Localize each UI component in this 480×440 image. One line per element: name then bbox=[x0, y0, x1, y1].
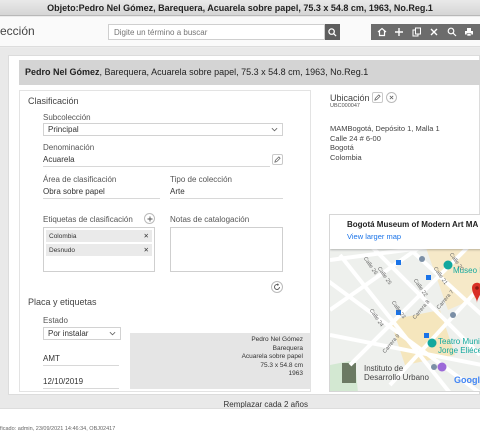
notas-label: Notas de catalogación bbox=[170, 215, 250, 224]
area-field[interactable]: Obra sobre papel bbox=[43, 187, 160, 199]
map-label-line: Instituto de bbox=[364, 364, 404, 373]
content-area: Pedro Nel Gómez, Barequera, Acuarela sob… bbox=[0, 48, 480, 409]
modified-info: ficado: admin, 23/09/2021 14:46:34, OBJ0… bbox=[0, 426, 116, 432]
address-line: Calle 24 # 6-00 bbox=[330, 133, 381, 143]
search-record-button[interactable] bbox=[445, 26, 458, 39]
print-button[interactable] bbox=[463, 26, 476, 39]
refresh-icon bbox=[274, 283, 280, 290]
close-icon bbox=[389, 95, 394, 100]
placa-line: Acuarela sobre papel bbox=[241, 353, 303, 361]
add-etiqueta-button[interactable] bbox=[144, 213, 155, 224]
record-details: , Barequera, Acuarela sobre papel, 75.3 … bbox=[99, 67, 369, 77]
tag-colombia: Colombia ✕ bbox=[46, 230, 152, 242]
map-label-instituto: Instituto de Desarrollo Urbano bbox=[364, 364, 429, 382]
section-placa: Placa y etiquetas bbox=[28, 297, 97, 307]
remove-tag-icon[interactable]: ✕ bbox=[144, 232, 149, 240]
tag-label: Colombia bbox=[49, 232, 77, 240]
record-card: Pedro Nel Gómez, Barequera, Acuarela sob… bbox=[8, 55, 480, 409]
tag-label: Desnudo bbox=[49, 246, 76, 254]
denominacion-label: Denominación bbox=[43, 143, 95, 152]
delete-button[interactable] bbox=[428, 26, 441, 39]
home-icon bbox=[377, 27, 387, 37]
map-label-line: Desarrollo Urbano bbox=[364, 373, 429, 382]
address-line: Colombia bbox=[330, 152, 362, 162]
record-actions bbox=[371, 24, 480, 40]
search-input[interactable] bbox=[108, 24, 325, 40]
map-label-teatro: Teatro Muni Jorge Eliéce bbox=[438, 337, 480, 355]
remove-tag-icon[interactable]: ✕ bbox=[144, 246, 149, 254]
ubicacion-remove-button[interactable] bbox=[386, 92, 397, 103]
etiquetas-list: Colombia ✕ Desnudo ✕ bbox=[43, 227, 155, 272]
magnifier-icon bbox=[447, 27, 457, 37]
subcoleccion-label: Subcolección bbox=[43, 113, 91, 122]
notas-textarea[interactable] bbox=[170, 227, 283, 272]
print-icon bbox=[465, 28, 474, 37]
tipo-field[interactable]: Arte bbox=[170, 187, 283, 199]
map-info-card: Bogotá Museum of Modern Art MA View larg… bbox=[330, 215, 480, 249]
ubicacion-edit-button[interactable] bbox=[372, 92, 383, 103]
placa-line: 75.3 x 54.8 cm bbox=[260, 361, 303, 369]
placa-code-field[interactable]: AMT bbox=[43, 354, 119, 366]
subcoleccion-select[interactable]: Principal bbox=[43, 123, 283, 136]
window-title: Objeto:Pedro Nel Gómez, Barequera, Acuar… bbox=[0, 0, 480, 16]
denominacion-field[interactable]: Acuarela bbox=[43, 155, 270, 167]
google-logo: Google bbox=[454, 375, 480, 385]
home-button[interactable] bbox=[375, 26, 388, 39]
estado-value: Por instalar bbox=[48, 329, 89, 338]
placa-line: Pedro Nel Gómez bbox=[251, 336, 303, 343]
placa-preview: Pedro Nel Gómez Barequera Acuarela sobre… bbox=[130, 333, 310, 389]
placa-line: 1963 bbox=[288, 370, 303, 378]
chevron-down-icon bbox=[109, 331, 116, 336]
search-icon bbox=[328, 27, 337, 37]
map-label-line: Teatro Muni bbox=[438, 337, 480, 346]
placa-line: Barequera bbox=[272, 344, 303, 352]
chevron-down-icon bbox=[271, 127, 278, 132]
map-place-name: Bogotá Museum of Modern Art MA bbox=[347, 220, 479, 229]
tag-desnudo: Desnudo ✕ bbox=[46, 244, 152, 256]
add-button[interactable] bbox=[393, 26, 406, 39]
footer-bar: ficado: admin, 23/09/2021 14:46:34, OBJ0… bbox=[0, 408, 480, 440]
ubicacion-address: MAMBogotá, Depósito 1, Malla 1 Calle 24 … bbox=[330, 124, 440, 162]
etiquetas-label: Etiquetas de clasificación bbox=[43, 215, 133, 224]
map-label-line: Jorge Eliéce bbox=[438, 346, 480, 355]
tipo-label: Tipo de colección bbox=[170, 175, 232, 184]
estado-label: Estado bbox=[43, 316, 68, 325]
plus-icon bbox=[147, 216, 152, 221]
classification-panel: Clasificación Subcolección Principal Den… bbox=[19, 90, 311, 409]
close-icon bbox=[430, 28, 438, 36]
record-artist: Pedro Nel Gómez bbox=[25, 67, 100, 77]
section-title: ección bbox=[0, 24, 35, 38]
duplicate-button[interactable] bbox=[410, 26, 423, 39]
area-label: Área de clasificación bbox=[43, 175, 117, 184]
placa-date-field[interactable]: 12/10/2019 bbox=[43, 377, 119, 389]
address-line: MAMBogotá, Depósito 1, Malla 1 bbox=[330, 124, 440, 133]
estado-select[interactable]: Por instalar bbox=[43, 327, 121, 340]
location-map[interactable]: Bogotá Museum of Modern Art MA View larg… bbox=[329, 214, 480, 392]
edit-icon bbox=[274, 156, 281, 163]
plus-icon bbox=[395, 28, 404, 36]
denominacion-edit-button[interactable] bbox=[272, 154, 283, 165]
edit-icon bbox=[374, 94, 381, 101]
address-line: Bogotá bbox=[330, 143, 354, 152]
section-clasificacion: Clasificación bbox=[28, 96, 79, 106]
map-larger-link[interactable]: View larger map bbox=[347, 232, 401, 241]
subcoleccion-value: Principal bbox=[48, 125, 79, 134]
top-toolbar: ección bbox=[0, 17, 480, 47]
ubicacion-code: UBC000047 bbox=[330, 103, 360, 109]
map-label-museo: Museo D bbox=[453, 266, 480, 275]
duplicate-icon bbox=[412, 27, 421, 37]
record-header: Pedro Nel Gómez, Barequera, Acuarela sob… bbox=[19, 60, 480, 85]
search-button[interactable] bbox=[325, 24, 340, 40]
refresh-button[interactable] bbox=[271, 281, 283, 293]
ubicacion-title: Ubicación bbox=[330, 93, 370, 103]
